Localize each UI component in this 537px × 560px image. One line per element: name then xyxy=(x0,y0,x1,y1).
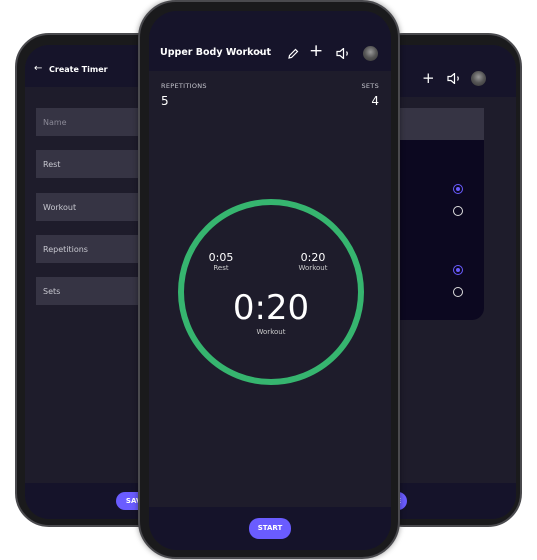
avatar[interactable] xyxy=(363,46,378,61)
radio-button[interactable] xyxy=(453,206,463,216)
workout-label: Workout xyxy=(298,264,328,272)
volume-icon[interactable] xyxy=(336,48,350,59)
repetitions-label: REPETITIONS xyxy=(161,82,207,90)
sets-label: SETS xyxy=(361,82,379,90)
workout-title[interactable]: Upper Body Workout xyxy=(160,47,271,58)
radio-button[interactable] xyxy=(453,265,463,275)
timer-footer: START xyxy=(149,507,391,550)
current-timer: 0:20 Workout xyxy=(211,288,331,336)
workout-time: 0:20 xyxy=(300,251,326,264)
current-phase-label: Workout xyxy=(256,328,286,336)
plus-icon[interactable]: + xyxy=(422,69,435,87)
volume-icon[interactable] xyxy=(447,73,461,84)
rest-summary: 0:05 Rest xyxy=(199,251,243,272)
chevron-down-icon[interactable]: ⌄ xyxy=(257,46,264,55)
plus-icon[interactable]: + xyxy=(309,41,323,61)
create-timer-title: Create Timer xyxy=(49,65,108,74)
rest-label: Rest xyxy=(213,264,229,272)
edit-pencil-icon[interactable] xyxy=(287,48,299,60)
rest-time: 0:05 xyxy=(208,251,234,264)
repetitions-value: 5 xyxy=(161,94,169,108)
avatar[interactable] xyxy=(471,71,486,86)
timer-screen: Upper Body Workout ⌄ + REPETITIONS 5 SET… xyxy=(149,11,391,550)
radio-button[interactable] xyxy=(453,287,463,297)
timer-header: Upper Body Workout ⌄ + xyxy=(149,11,391,71)
current-time: 0:20 xyxy=(232,288,310,328)
phone-timer: Upper Body Workout ⌄ + REPETITIONS 5 SET… xyxy=(138,0,400,559)
start-button[interactable]: START xyxy=(249,518,291,539)
sets-value: 4 xyxy=(371,94,379,108)
workout-summary: 0:20 Workout xyxy=(291,251,335,272)
radio-button[interactable] xyxy=(453,184,463,194)
back-arrow-icon[interactable]: ← xyxy=(34,63,42,74)
